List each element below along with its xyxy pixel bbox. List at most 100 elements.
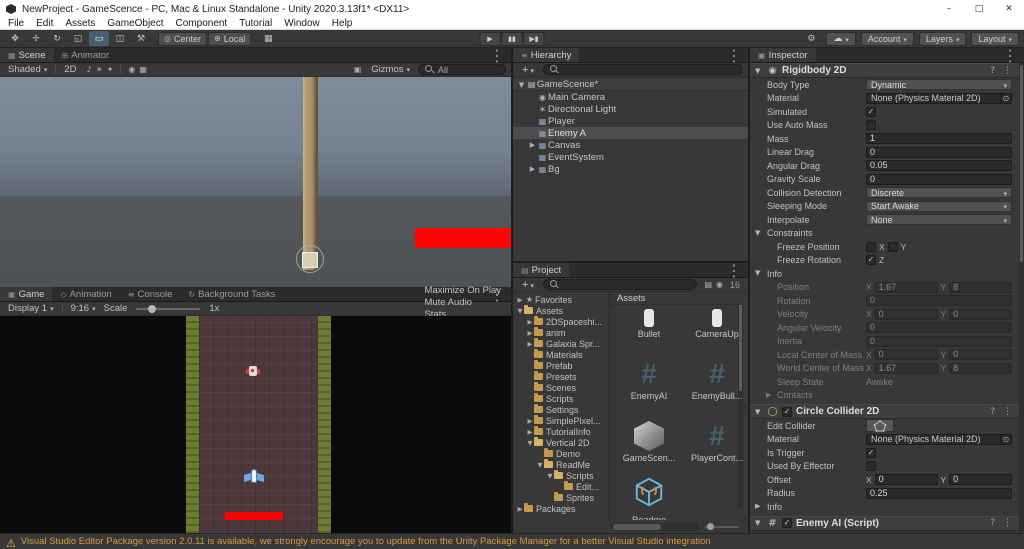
game-toolbar-button[interactable]: Maximize On Play: [419, 285, 506, 297]
project-folder-row[interactable]: ▶ anim: [513, 327, 609, 338]
foldout-arrow-icon[interactable]: ▼: [755, 408, 763, 416]
expand-arrow-icon[interactable]: ▶: [528, 141, 537, 149]
scene-viewport[interactable]: [0, 77, 511, 287]
help-icon[interactable]: [988, 66, 997, 76]
asset-item[interactable]: EnemyAI: [616, 351, 682, 401]
expand-arrow-icon[interactable]: ▼: [546, 472, 554, 480]
dropdown[interactable]: Dynamic: [866, 79, 1012, 91]
menu-item[interactable]: Component: [170, 18, 234, 29]
object-picker-icon[interactable]: [1000, 93, 1011, 103]
project-folder-row[interactable]: ▶ Packages: [513, 503, 609, 514]
tab-menu-icon[interactable]: [720, 48, 748, 62]
menu-item[interactable]: Help: [326, 18, 359, 29]
object-picker-icon[interactable]: [1000, 434, 1011, 444]
slider-knob[interactable]: [148, 304, 157, 313]
dropdown[interactable]: None: [866, 214, 1012, 226]
tab-hierarchy[interactable]: ≡ Hierarchy: [513, 48, 580, 62]
tab-menu-icon[interactable]: [720, 263, 748, 277]
hierarchy-item[interactable]: Main Camera: [513, 91, 748, 103]
expand-arrow-icon[interactable]: ▶: [528, 165, 537, 173]
menu-item[interactable]: File: [2, 18, 30, 29]
search-by-label-icon[interactable]: ◉: [714, 280, 725, 289]
axis-checkbox[interactable]: [887, 241, 898, 252]
project-folder-row[interactable]: Presets: [513, 371, 609, 382]
account-dropdown[interactable]: Account: [860, 31, 914, 46]
maximize-button[interactable]: □: [964, 0, 994, 18]
project-folder-row[interactable]: ▶ TutorialInfo: [513, 426, 609, 437]
checkbox[interactable]: [866, 461, 876, 472]
component-menu-icon[interactable]: [1001, 518, 1014, 528]
asset-item[interactable]: Readme: [616, 475, 682, 520]
tab[interactable]: ▦ Scene: [0, 48, 54, 62]
tab-inspector[interactable]: ▣ Inspector: [750, 48, 816, 62]
expand-arrow-icon[interactable]: ▶: [526, 428, 534, 436]
expand-arrow-icon[interactable]: ▼: [517, 81, 526, 89]
y-field[interactable]: 0: [949, 308, 1012, 320]
checkbox[interactable]: [866, 120, 876, 131]
slider-knob[interactable]: [707, 523, 714, 530]
minimize-button[interactable]: –: [934, 0, 964, 18]
number-field[interactable]: 0: [866, 295, 1012, 307]
project-folder-row[interactable]: ▼ Assets: [513, 305, 609, 316]
menu-item[interactable]: Window: [278, 18, 326, 29]
component-header[interactable]: ▼ ✓ Enemy AI (Script): [750, 515, 1019, 531]
expand-arrow-icon[interactable]: ▼: [526, 439, 534, 447]
foldout-arrow-icon[interactable]: ▼: [755, 267, 760, 281]
project-folder-row[interactable]: Scenes: [513, 382, 609, 393]
step-button[interactable]: ▶▮: [523, 31, 545, 46]
foldout-arrow-icon[interactable]: ▼: [755, 227, 760, 241]
asset-item[interactable]: GameScen...: [616, 413, 682, 463]
project-folder-row[interactable]: Materials: [513, 349, 609, 360]
expand-arrow-icon[interactable]: ▼: [536, 461, 544, 469]
component-header[interactable]: ▼ ✓ Circle Collider 2D: [750, 404, 1019, 419]
grid-snap-icon[interactable]: ▦: [258, 31, 278, 46]
game-viewport[interactable]: [0, 316, 511, 533]
help-icon[interactable]: [988, 407, 997, 417]
object-field[interactable]: None (Physics Material 2D): [866, 92, 1012, 104]
project-folder-row[interactable]: Edit...: [513, 481, 609, 492]
y-field[interactable]: 0: [949, 474, 1012, 486]
play-button[interactable]: ▶: [479, 31, 501, 46]
component-enable-checkbox[interactable]: ✓: [782, 518, 792, 528]
expand-arrow-icon[interactable]: ▼: [516, 307, 524, 315]
tab-project[interactable]: ▤ Project: [513, 263, 570, 277]
project-folder-row[interactable]: ▶ SimplePixel...: [513, 415, 609, 426]
project-folder-row[interactable]: Sprites: [513, 492, 609, 503]
rotate-tool[interactable]: ↻: [47, 31, 67, 46]
tab[interactable]: ▣ Game: [0, 287, 53, 301]
number-field[interactable]: 0.25: [866, 487, 1012, 499]
number-field[interactable]: 0: [866, 322, 1012, 334]
project-folder-row[interactable]: Scripts: [513, 393, 609, 404]
rect-tool[interactable]: ▭: [89, 31, 109, 46]
effects-icon[interactable]: ✦: [105, 65, 116, 74]
visibility-icon[interactable]: ◉: [126, 65, 137, 74]
move-tool[interactable]: ✛: [26, 31, 46, 46]
checkbox[interactable]: ✓: [866, 106, 876, 117]
grid-icon[interactable]: ▦: [137, 65, 149, 74]
x-field[interactable]: 0: [874, 349, 938, 361]
hierarchy-search-input[interactable]: [542, 64, 743, 75]
shading-mode-dropdown[interactable]: Shaded: [5, 64, 50, 75]
menu-item[interactable]: Edit: [30, 18, 59, 29]
component-enable-checkbox[interactable]: ✓: [782, 406, 792, 417]
pivot-local-button[interactable]: ⊕ Local: [208, 31, 252, 46]
number-field[interactable]: 0: [866, 146, 1012, 158]
tab[interactable]: ≡ Console: [120, 287, 181, 301]
number-field[interactable]: 0.05: [866, 160, 1012, 172]
tab[interactable]: ↻ Background Tasks: [180, 287, 283, 301]
scene-red-platform[interactable]: [415, 228, 511, 248]
pause-button[interactable]: ▮▮: [501, 31, 523, 46]
aspect-ratio-dropdown[interactable]: 9:16: [68, 303, 99, 314]
pivot-center-button[interactable]: ◎ Center: [158, 31, 207, 46]
asset-item[interactable]: EnemyBull...: [684, 351, 743, 401]
project-folder-row[interactable]: ▼ ReadMe: [513, 459, 609, 470]
custom-tool[interactable]: ⚒: [131, 31, 151, 46]
lighting-icon[interactable]: ☀: [94, 65, 105, 74]
foldout-arrow-icon[interactable]: ▶: [766, 389, 771, 403]
dropdown[interactable]: Start Awake: [866, 200, 1012, 212]
add-object-button[interactable]: +: [518, 64, 538, 76]
hierarchy-item[interactable]: EventSystem: [513, 151, 748, 163]
checkbox[interactable]: ✓: [866, 447, 876, 458]
menu-item[interactable]: Tutorial: [233, 18, 278, 29]
help-icon[interactable]: [988, 518, 997, 528]
